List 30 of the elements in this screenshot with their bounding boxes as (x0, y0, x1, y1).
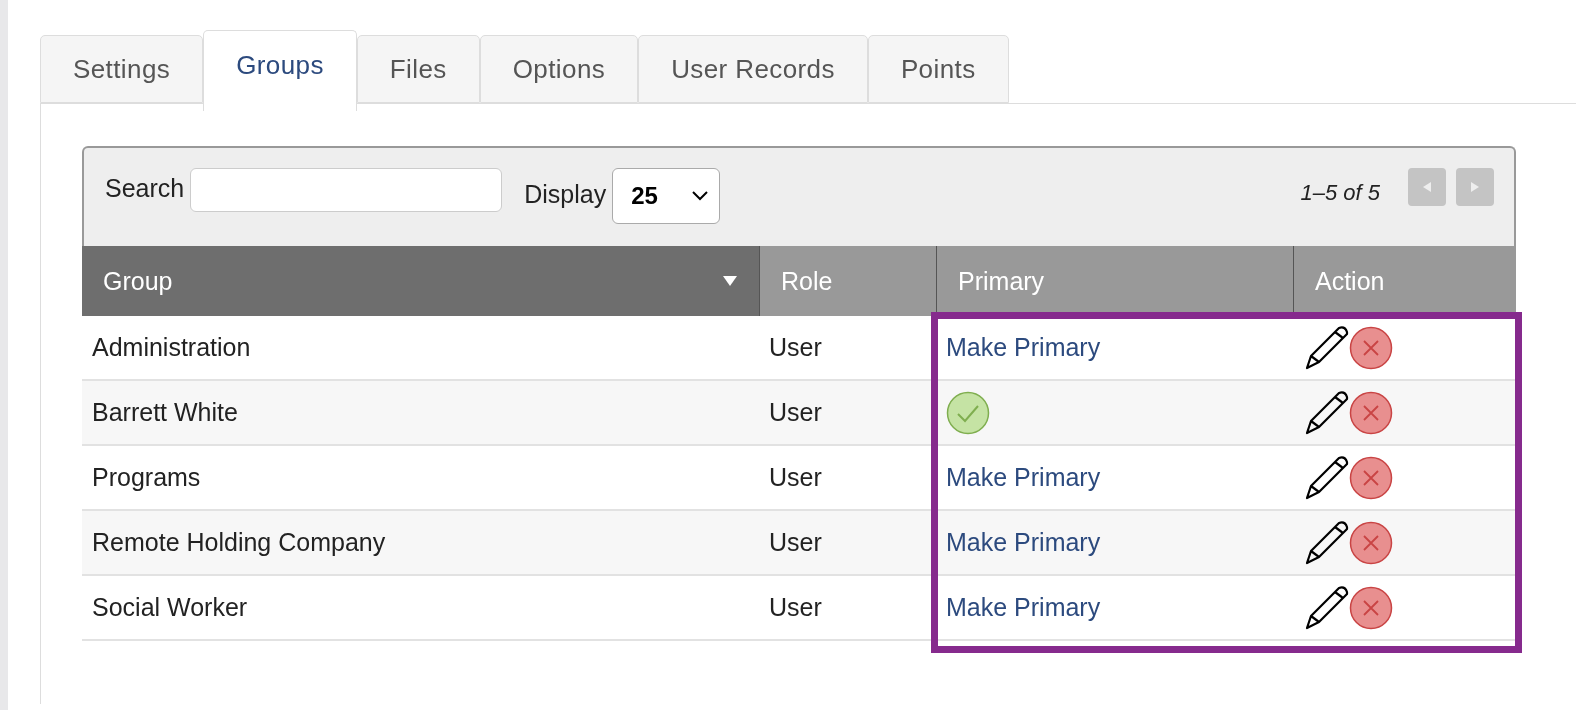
make-primary-link[interactable]: Make Primary (946, 333, 1101, 362)
tab[interactable]: Options (479, 35, 639, 103)
display-select[interactable]: 25 (612, 168, 721, 224)
pencil-icon[interactable] (1303, 388, 1349, 437)
pagination-text: 1–5 of 5 (1300, 180, 1380, 206)
chevron-down-icon (691, 190, 710, 202)
column-header[interactable]: Group (82, 246, 759, 316)
delete-icon[interactable] (1349, 325, 1393, 370)
tab[interactable]: Groups (203, 30, 357, 111)
tab[interactable]: Files (356, 35, 480, 103)
tab[interactable]: Settings (40, 35, 204, 103)
pencil-icon[interactable] (1303, 453, 1349, 502)
make-primary-link[interactable]: Make Primary (946, 593, 1101, 622)
make-primary-link[interactable]: Make Primary (946, 528, 1101, 557)
delete-icon[interactable] (1349, 585, 1393, 630)
tab[interactable]: User Records (638, 35, 868, 103)
tab[interactable]: Points (867, 35, 1009, 103)
make-primary-link[interactable]: Make Primary (946, 463, 1101, 492)
display-label: Display (524, 180, 607, 209)
delete-icon[interactable] (1349, 520, 1393, 565)
sort-down-icon (723, 275, 737, 287)
pencil-icon[interactable] (1303, 583, 1349, 632)
search-field[interactable] (190, 168, 503, 212)
table-cell: Barrett White (82, 381, 759, 446)
delete-icon[interactable] (1349, 390, 1393, 435)
delete-icon[interactable] (1349, 455, 1393, 500)
table-cell: Remote Holding Company (82, 511, 759, 576)
search-label: Search (105, 174, 185, 203)
pencil-icon[interactable] (1303, 518, 1349, 567)
pencil-icon[interactable] (1303, 323, 1349, 372)
